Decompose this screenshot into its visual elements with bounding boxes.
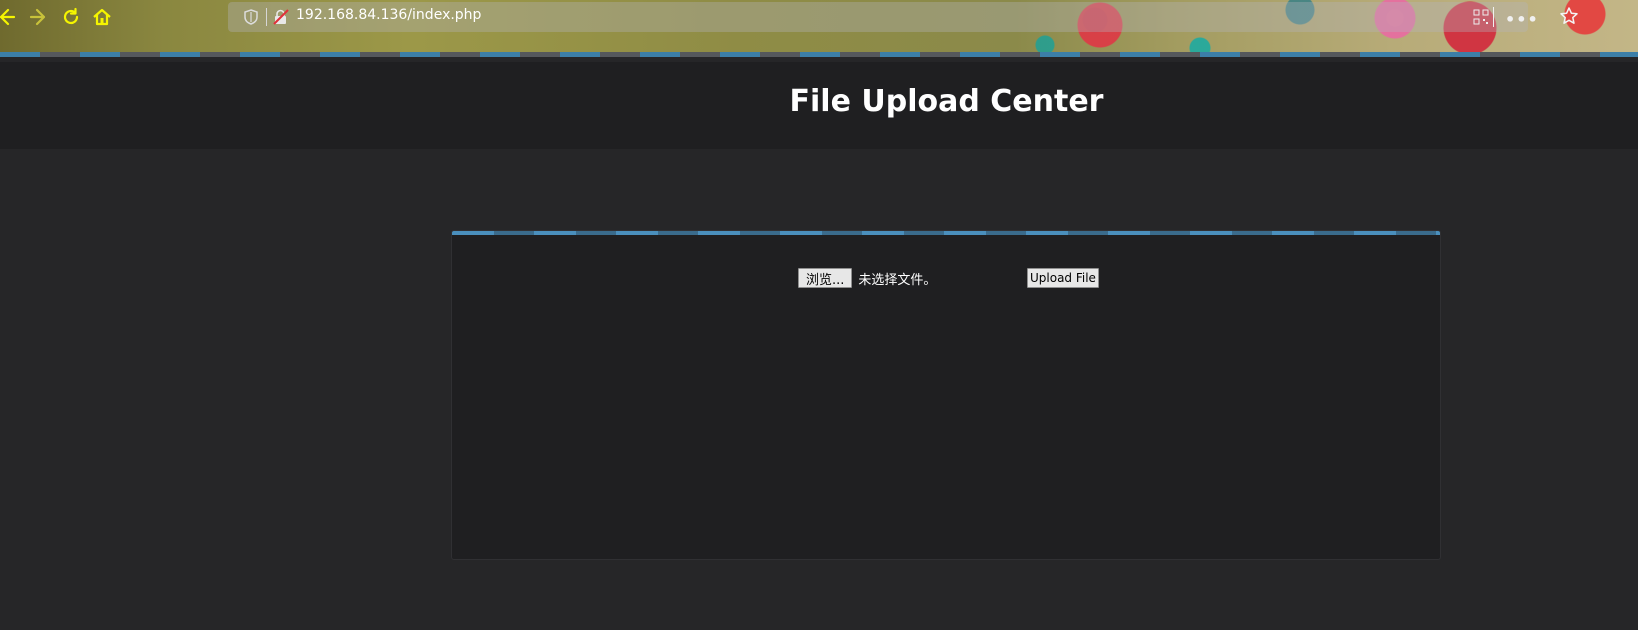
browser-toolbar: 192.168.84.136/index.php ••• — [0, 0, 1638, 57]
page-header: File Upload Center — [0, 62, 1638, 149]
shield-icon[interactable] — [244, 9, 258, 29]
home-icon — [93, 8, 111, 26]
address-bar-divider — [266, 8, 267, 26]
url-text[interactable]: 192.168.84.136/index.php — [296, 7, 481, 23]
back-arrow-icon — [0, 8, 16, 26]
reload-button[interactable] — [57, 3, 85, 31]
bookmark-star-icon[interactable] — [1559, 6, 1579, 30]
more-options-icon[interactable]: ••• — [1505, 10, 1539, 29]
qr-code-icon[interactable] — [1473, 9, 1489, 29]
panel-top-border — [452, 231, 1440, 235]
forward-arrow-icon — [29, 8, 46, 26]
forward-button[interactable] — [25, 3, 53, 31]
browse-button[interactable]: 浏览... — [798, 268, 853, 288]
upload-panel: 浏览... 未选择文件。 Upload File — [451, 230, 1441, 560]
insecure-lock-icon[interactable] — [273, 9, 289, 29]
toolbar-divider — [1493, 7, 1494, 27]
back-button[interactable] — [0, 3, 20, 31]
page-title: File Upload Center — [789, 84, 1104, 119]
file-input[interactable]: 浏览... 未选择文件。 — [798, 268, 936, 288]
upload-file-button[interactable]: Upload File — [1027, 268, 1099, 288]
home-button[interactable] — [88, 3, 116, 31]
reload-icon — [63, 7, 79, 25]
no-file-selected-label: 未选择文件。 — [858, 272, 937, 288]
